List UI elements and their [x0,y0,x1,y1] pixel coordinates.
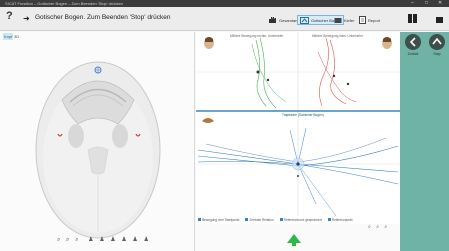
title-bar: SICAT Function – Gotischer Bogen – Zum B… [0,0,449,7]
head-left-icon [382,37,392,49]
top-trace-plot [196,32,400,110]
instruction-text: Gotischer Bogen. Zum Beenden 'Stop' drüc… [35,14,171,21]
save-icon[interactable] [435,13,444,24]
minimize-button[interactable]: – [411,0,414,7]
arrow-right-icon: ➜ [23,14,30,23]
stop-icon [432,37,442,45]
plot-zoom-in-icon[interactable]: ⌕ [368,224,373,230]
head-right-icon [204,37,214,49]
view-top-icon[interactable]: ♟ [132,237,139,243]
back-icon [409,37,416,47]
top-plot-right-title: Mittlere Bewegung links: Unterkiefer [312,34,364,38]
stop-button[interactable] [429,34,445,50]
zoom-in-icon[interactable]: ⌕ [57,237,62,243]
jaw-button[interactable]: Kiefer [332,15,356,25]
arrow-up-icon[interactable] [287,234,301,246]
top-trace-panel[interactable] [196,32,400,110]
window-title: SICAT Function – Gotischer Bogen – Zum B… [5,1,123,6]
view-bottom-icon[interactable]: ♟ [143,237,150,243]
plot-zoom-fit-icon[interactable]: ⌕ [384,224,389,230]
jaw-bone-icon [202,118,214,123]
maximize-button[interactable]: □ [425,0,428,7]
zoom-fit-icon[interactable]: ⌕ [75,237,80,243]
plot-zoom-out-icon[interactable]: ⌕ [376,224,381,230]
legend-item: Referenzkurve gespeichert [279,218,322,222]
back-label: Zurück [407,52,419,56]
right-action-panel [400,32,449,251]
view-left-icon[interactable]: ♟ [110,237,117,243]
close-button[interactable]: ✕ [438,0,442,7]
view-back-icon[interactable]: ♟ [99,237,106,243]
back-button[interactable] [405,34,421,50]
tab-head[interactable]: Kopf [3,33,14,40]
top-plot-left-title: Mittlere Bewegung rechts: Unterkiefer [230,34,284,38]
arch-icon [300,16,309,24]
jaw-label: Kiefer [344,17,355,23]
hand-icon [269,17,276,23]
view-controls: ⌕ ⌕ ⌕ ♟ ♟ ♟ ♟ ♟ ♟ [57,236,151,244]
bottom-plot-title: Trajektorie (Gotischer Bogen) [282,113,324,117]
legend-item: Bewegung vom Startpunkt [198,218,239,222]
plot-zoom-controls: ⌕ ⌕ ⌕ [368,224,389,230]
legend-item: Referenzpunkt [327,218,353,222]
skull-3d-view[interactable] [0,32,195,251]
gothic-arch-plot [196,112,400,217]
app-window: SICAT Function – Gotischer Bogen – Zum B… [0,0,449,251]
tab-3d[interactable]: 3D [13,33,20,40]
zoom-out-icon[interactable]: ⌕ [66,237,71,243]
bottom-trace-panel[interactable] [196,112,400,224]
plot-legend: Bewegung vom Startpunkt Zentrale Relatio… [198,217,398,223]
legend-item: Zentrale Relation [245,218,274,222]
report-icon [359,16,366,24]
stop-label: Stop [433,52,441,56]
skull-model[interactable] [0,32,195,251]
help-icon[interactable]: ? [6,10,13,22]
report-button[interactable]: Report [357,15,382,25]
view-front-icon[interactable]: ♟ [88,237,95,243]
book-icon[interactable] [407,13,418,24]
jaw-icon [334,17,342,23]
report-label: Report [368,17,381,23]
view-right-icon[interactable]: ♟ [121,237,128,243]
